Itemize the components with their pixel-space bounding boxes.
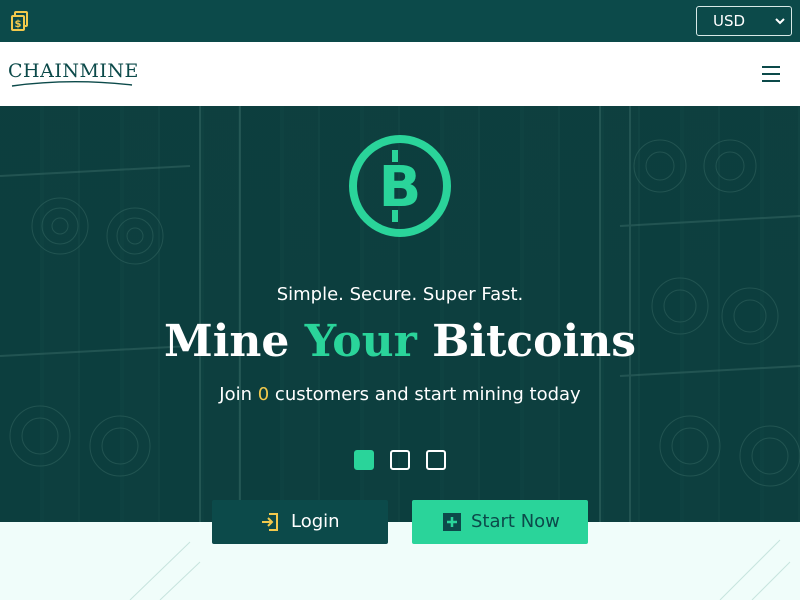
hero-tagline: Simple. Secure. Super Fast.	[276, 284, 524, 305]
chainmine-logo[interactable]: CHAINMINE	[8, 60, 138, 92]
login-icon	[262, 513, 278, 531]
coin-stack-icon: $	[10, 11, 30, 31]
svg-text:$: $	[15, 19, 22, 30]
start-now-label: Start Now	[471, 511, 560, 532]
svg-text:B: B	[379, 155, 422, 220]
hero-headline: Mine Your Bitcoins	[0, 316, 800, 367]
hero-banner: B Simple. Secure. Super Fast. Mine Your …	[0, 106, 800, 522]
hamburger-menu-icon[interactable]	[760, 63, 784, 85]
carousel-dot-2[interactable]	[390, 450, 410, 470]
login-label: Login	[291, 511, 340, 532]
subline-prefix: Join	[219, 384, 258, 405]
start-now-button[interactable]: Start Now	[412, 500, 588, 544]
hero-subline: Join 0 customers and start mining today	[0, 384, 800, 405]
plus-square-icon	[443, 513, 461, 531]
subline-suffix: customers and start mining today	[269, 384, 581, 405]
logo-swoosh	[11, 81, 133, 87]
navbar: CHAINMINE	[0, 42, 800, 106]
login-button[interactable]: Login	[212, 500, 388, 544]
top-bar: $ USD	[0, 0, 800, 42]
carousel-indicators	[354, 450, 454, 470]
chevron-down-icon	[775, 18, 785, 25]
headline-part2: Bitcoins	[416, 316, 636, 367]
headline-part1: Mine	[163, 316, 305, 367]
currency-value: USD	[713, 12, 746, 30]
carousel-dot-3[interactable]	[426, 450, 446, 470]
decorative-lines	[129, 539, 791, 600]
bitcoin-circle-icon: B	[349, 135, 451, 237]
logo-text: CHAINMINE	[8, 60, 139, 82]
currency-select[interactable]: USD	[696, 6, 792, 36]
content-section	[0, 522, 800, 600]
carousel-dot-1[interactable]	[354, 450, 374, 470]
headline-accent: Your	[304, 316, 417, 367]
customer-count: 0	[257, 384, 270, 405]
